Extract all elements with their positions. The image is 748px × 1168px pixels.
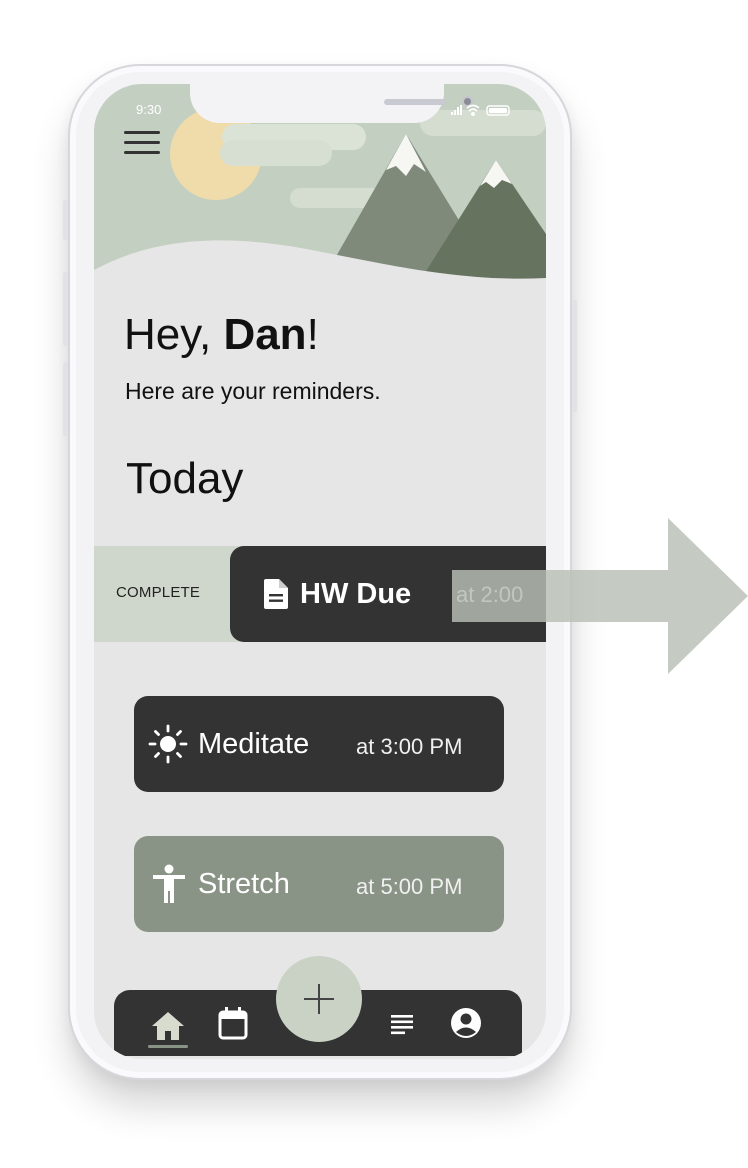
reminder-card-stretch[interactable]: Stretch at 5:00 PM — [134, 836, 504, 932]
reminder-time: at 5:00 PM — [356, 874, 463, 899]
greeting-subtitle: Here are your reminders. — [125, 378, 381, 404]
signal-icon — [451, 105, 462, 115]
section-title-today: Today — [126, 454, 244, 503]
mute-switch — [63, 200, 68, 240]
app-screen: 9:30 Hey, Dan! Here are your reminders. … — [94, 84, 546, 1059]
reminder-title: Meditate — [198, 727, 310, 760]
home-icon[interactable] — [150, 1010, 186, 1042]
status-time: 9:30 — [136, 102, 162, 117]
document-icon — [264, 579, 288, 609]
person-stretch-icon — [153, 864, 185, 903]
volume-up-button — [63, 272, 68, 346]
status-icons — [451, 104, 510, 117]
greeting-prefix: Hey, — [124, 310, 224, 359]
reminder-time: at 3:00 PM — [356, 734, 463, 759]
volume-down-button — [63, 362, 68, 436]
device-notch — [190, 84, 473, 123]
power-button — [572, 300, 577, 412]
speaker-grille — [384, 99, 446, 105]
account-icon[interactable] — [450, 1007, 482, 1039]
reminder-card-hw-due[interactable]: HW Due at 2:00 — [230, 546, 546, 642]
add-reminder-button[interactable] — [276, 956, 362, 1042]
wifi-icon — [466, 104, 480, 117]
complete-action-label[interactable]: COMPLETE — [116, 584, 200, 601]
list-icon[interactable] — [390, 1012, 414, 1036]
reminder-title: HW Due — [300, 577, 412, 610]
user-name: Dan — [223, 310, 307, 359]
reminder-time: at 2:00 — [456, 582, 524, 607]
battery-icon — [486, 105, 510, 116]
active-tab-indicator — [148, 1045, 188, 1048]
hamburger-menu-icon[interactable] — [124, 129, 162, 159]
reminder-card-meditate[interactable]: Meditate at 3:00 PM — [134, 696, 504, 792]
greeting-heading: Hey, Dan! — [124, 310, 319, 360]
calendar-icon[interactable] — [218, 1006, 248, 1040]
add-icon — [304, 984, 334, 1014]
greeting-suffix: ! — [306, 310, 319, 359]
sun-icon — [148, 724, 188, 764]
reminder-title: Stretch — [198, 867, 290, 900]
